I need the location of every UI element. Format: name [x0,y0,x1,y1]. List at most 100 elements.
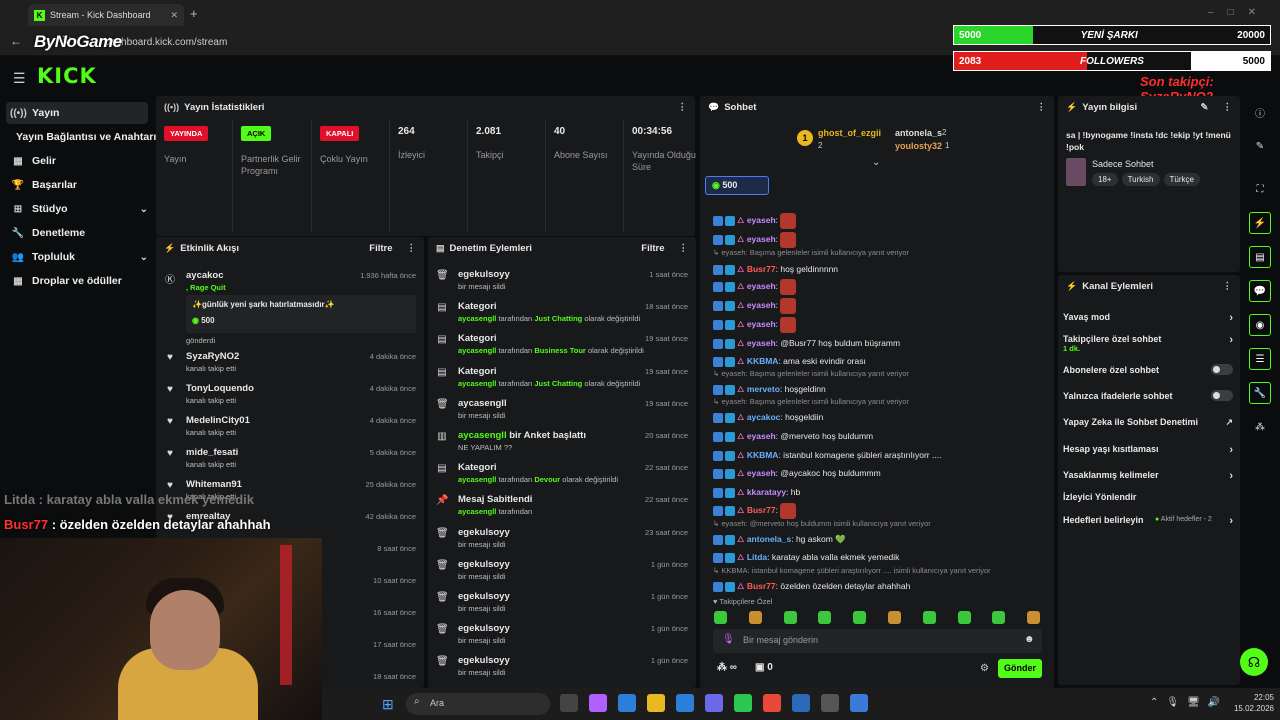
channel-action-item[interactable]: Abonelere özel sohbet [1063,364,1233,375]
url-field[interactable]: dashboard.kick.com/stream [105,37,227,48]
edge-icon[interactable] [618,694,636,712]
taskview-icon[interactable] [560,694,578,712]
quick-emote-icon[interactable] [992,611,1006,624]
chat-username[interactable]: Busr77 [747,505,776,515]
top-gifter-2[interactable]: antonela_s [895,128,942,138]
channel-action-item[interactable]: Yasaklanmış kelimeler › [1063,470,1233,482]
mod-user[interactable]: aycasengll [458,314,496,323]
sidebar-item-gelir[interactable]: ▦ Gelir [6,150,148,172]
steam-icon[interactable] [792,694,810,712]
back-arrow-icon[interactable]: ← [10,34,22,48]
sidebar-item-denetleme[interactable]: 🔧 Denetleme [6,222,148,244]
edit-icon[interactable]: ✎ [1201,102,1209,113]
copilot-icon[interactable] [589,694,607,712]
quick-emote-icon[interactable] [853,611,867,624]
chat-username[interactable]: antonela_s [747,534,791,544]
mod-category[interactable]: Devour [534,475,560,484]
explorer-icon[interactable] [647,694,665,712]
chat-username[interactable]: eyaseh [747,215,776,225]
more-icon[interactable]: ⋮ [679,243,689,254]
support-icon[interactable]: ☊ [1240,648,1268,676]
emote-icon[interactable] [780,231,797,248]
quick-emote-icon[interactable] [783,611,797,624]
window-controls[interactable]: –□✕ [1208,7,1270,18]
mod-user[interactable]: aycasengll [458,346,496,355]
filter-button[interactable]: Filtre [369,243,392,254]
mod-category[interactable]: Just Chatting [534,379,582,388]
channel-action-item[interactable]: Yapay Zeka ile Sohbet Denetimi ↗ [1063,417,1233,427]
emoji-icon[interactable]: ☻ [1024,634,1035,645]
mail-icon[interactable] [676,694,694,712]
channel-action-item[interactable]: Takipçilere özel sohbet 1 dk. › [1063,334,1233,353]
mod-user[interactable]: aycasengll [458,507,496,516]
sidebar-item-basarilar[interactable]: 🏆 Başarılar [6,174,148,196]
chat-input[interactable]: Bir mesaj gönderin [713,629,1042,653]
chat-settings-icon[interactable]: ⚙ [980,663,989,674]
kicks-pinned[interactable]: ◉ 500 [705,176,769,195]
sidebar-item-studyo[interactable]: ⊞ Stüdyo ⌄ [6,198,148,220]
lightning-icon[interactable]: ⚡ [1249,212,1271,234]
crop-icon[interactable]: ⛶ [1249,178,1271,200]
more-icon[interactable]: ⋮ [1037,102,1047,113]
chat-username[interactable]: eyaseh [747,281,776,291]
chat-username[interactable]: Busr77 [747,581,776,591]
mod-user[interactable]: aycasengll [458,430,507,441]
tag[interactable]: 18+ [1092,173,1118,186]
quick-emote-icon[interactable] [1027,611,1041,624]
wrench-icon[interactable]: 🔧 [1249,382,1271,404]
chat-username[interactable]: merveto [747,384,780,394]
more-icon[interactable]: ⋮ [1223,281,1233,292]
sidebar-item-yayin[interactable]: ((•)) Yayın [6,102,148,124]
top-gifter-3[interactable]: youlosty32 [895,141,942,151]
more-icon[interactable]: ⋮ [678,102,688,113]
channel-action-item[interactable]: Hedefleri belirleyin ● Aktif hedefler - 2… [1063,515,1233,527]
sidebar-item-topluluk[interactable]: 👥 Topluluk ⌄ [6,246,148,268]
chat-username[interactable]: Busr77 [747,264,776,274]
emote-icon[interactable] [780,278,797,295]
emote-icon[interactable] [780,316,797,333]
tag[interactable]: Türkçe [1163,173,1200,186]
stack-icon[interactable]: ☰ [1249,348,1271,370]
system-tray[interactable]: ⌃🎙🖥🔊 [1150,697,1228,708]
chat-username[interactable]: eyaseh [747,234,776,244]
community-icon[interactable]: ⁂ [1249,416,1271,438]
top-gifter-1[interactable]: ghost_of_ezgii [818,128,881,138]
emote-icon[interactable] [780,212,797,229]
emote-icon[interactable] [780,502,797,519]
mod-category[interactable]: Just Chatting [534,314,582,323]
chat-username[interactable]: aycakoc [747,412,781,422]
expand-icon[interactable]: ⌄ [872,157,880,168]
toggle-switch[interactable] [1211,390,1233,401]
kick-logo[interactable]: KICK [37,64,97,88]
chat-username[interactable]: KKBMA [747,356,779,366]
mod-category[interactable]: Business Tour [534,346,586,355]
tab-close-icon[interactable]: ✕ [170,10,178,21]
chat-username[interactable]: eyaseh [747,468,776,478]
quick-emote-icon[interactable] [818,611,832,624]
chat-username[interactable]: kkaratayy [747,487,786,497]
channel-action-item[interactable]: Yavaş mod › [1063,312,1233,324]
discord-icon[interactable] [705,694,723,712]
sidebar-item-droplar[interactable]: ▦ Droplar ve ödüller [6,270,148,292]
document-icon[interactable]: ▤ [1249,246,1271,268]
quick-emote-icon[interactable] [922,611,936,624]
windows-start-icon[interactable]: ⊞ [382,696,394,713]
quick-emote-icon[interactable] [714,611,727,624]
mod-user[interactable]: aycasengll [458,475,496,484]
emote-icon[interactable] [780,297,797,314]
tag[interactable]: Turkish [1121,173,1160,186]
browser-tab[interactable]: K Stream - Kick Dashboard ✕ [28,4,184,26]
filter-button[interactable]: Filtre [641,243,664,254]
toggle-switch[interactable] [1211,364,1233,375]
stream-category[interactable]: Sadece Sohbet [1092,159,1154,169]
app-icon[interactable] [850,694,868,712]
chat-username[interactable]: Litda [747,552,767,562]
quick-emote-icon[interactable] [888,611,901,624]
menu-hamburger-icon[interactable]: ☰ [13,70,26,87]
channel-action-item[interactable]: Yalnızca ifadelerle sohbet [1063,390,1233,401]
send-button[interactable]: Gönder [998,659,1042,678]
edit-icon[interactable]: ✎ [1249,135,1271,157]
broadcast-icon[interactable]: ◉ [1249,314,1271,336]
more-icon[interactable]: ⋮ [407,243,417,254]
spotify-icon[interactable] [734,694,752,712]
